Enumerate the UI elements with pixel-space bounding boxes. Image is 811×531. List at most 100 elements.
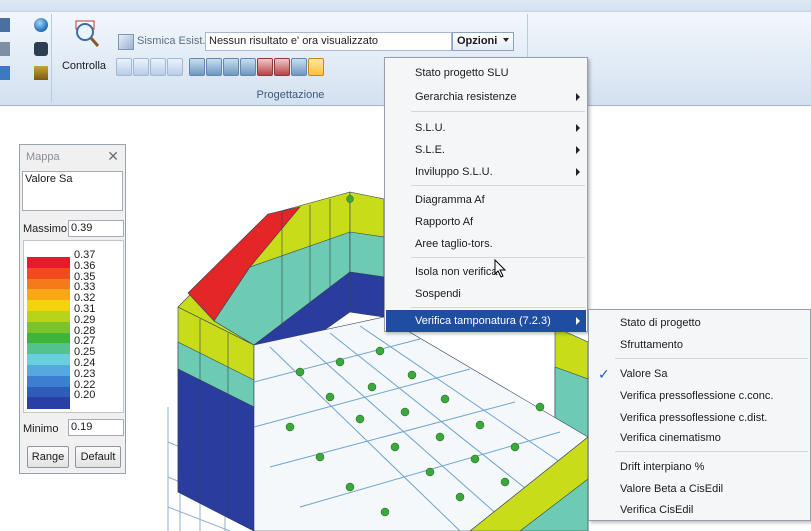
- submenu-arrow-icon: [576, 93, 580, 101]
- result-view-icon[interactable]: [257, 58, 273, 76]
- max-label: Massimo: [23, 223, 68, 235]
- chevron-down-icon: [503, 38, 509, 42]
- ruler-icon[interactable]: [34, 66, 48, 80]
- result-toolbar: [116, 58, 324, 78]
- submenu-item-valore-sa[interactable]: ✓ Valore Sa: [590, 363, 809, 385]
- min-field[interactable]: 0.19: [68, 419, 124, 436]
- legend-value: 0.29: [74, 313, 96, 326]
- close-icon[interactable]: ✕: [107, 148, 119, 165]
- verifica-tamponatura-submenu: Stato di progetto Sfruttamento ✓ Valore S…: [588, 309, 811, 521]
- check-view-icon[interactable]: [291, 58, 307, 76]
- previous-icon[interactable]: [133, 58, 149, 76]
- menu-item-rapporto-af[interactable]: Rapporto Af: [386, 211, 586, 233]
- toolbar-icon-a[interactable]: [0, 18, 10, 32]
- legend-value: 0.36: [74, 259, 96, 272]
- menu-item-slu[interactable]: S.L.U.: [386, 117, 586, 139]
- legend-swatch: [27, 397, 70, 409]
- fea-view-icon[interactable]: [206, 58, 222, 76]
- legend-swatch: [27, 289, 70, 301]
- legend-swatch: [27, 343, 70, 355]
- legend-value: 0.33: [74, 281, 96, 294]
- legend-value: 0.20: [74, 389, 96, 402]
- menu-item-inviluppo-slu[interactable]: Inviluppo S.L.U.: [386, 161, 586, 183]
- menu-item-stato-progetto-slu[interactable]: Stato progetto SLU: [386, 62, 586, 84]
- legend-swatch: [27, 386, 70, 398]
- menu-item-sle[interactable]: S.L.E.: [386, 139, 586, 161]
- menu-separator: [411, 257, 585, 258]
- submenu-item-sfruttamento[interactable]: Sfruttamento: [590, 334, 809, 356]
- opzioni-label: Opzioni: [457, 35, 498, 47]
- sismica-icon[interactable]: [118, 34, 134, 50]
- mappa-description: Valore Sa: [22, 171, 123, 211]
- submenu-arrow-icon: [576, 168, 580, 176]
- menu-item-isola-non-verifica[interactable]: Isola non verifica: [386, 261, 586, 283]
- controlla-button[interactable]: Controlla: [58, 18, 108, 80]
- legend-swatch: [27, 321, 70, 333]
- stress-view-icon[interactable]: [274, 58, 290, 76]
- legend-swatch: [27, 278, 70, 290]
- submenu-item-drift-interpiano[interactable]: Drift interpiano %: [590, 456, 809, 478]
- submenu-item-valore-beta[interactable]: Valore Beta a CisEdil: [590, 478, 809, 500]
- globe-icon[interactable]: [34, 18, 48, 32]
- menu-separator: [615, 451, 808, 452]
- submenu-item-verifica-cisedil[interactable]: Verifica CisEdil: [590, 499, 809, 521]
- next-icon[interactable]: [150, 58, 166, 76]
- legend-value: 0.22: [74, 378, 96, 391]
- legend-swatch: [27, 354, 70, 366]
- submenu-arrow-icon: [576, 317, 580, 325]
- legend-swatch: [27, 375, 70, 387]
- menu-item-diagramma-af[interactable]: Diagramma Af: [386, 189, 586, 211]
- sismica-label[interactable]: Sismica Esist.: [137, 35, 205, 47]
- menu-separator: [411, 111, 585, 112]
- last-icon[interactable]: [167, 58, 183, 76]
- menu-item-sospendi[interactable]: Sospendi: [386, 283, 586, 305]
- max-field[interactable]: 0.39: [68, 220, 124, 237]
- submenu-item-pressoflessione-conc[interactable]: Verifica pressoflessione c.conc.: [590, 385, 809, 407]
- submenu-item-stato-di-progetto[interactable]: Stato di progetto: [590, 312, 809, 334]
- legend-value: 0.23: [74, 367, 96, 380]
- legend-swatch: [27, 267, 70, 279]
- opzioni-dropdown[interactable]: Opzioni: [452, 32, 514, 51]
- legend-value: 0.32: [74, 292, 96, 305]
- binoculars-icon[interactable]: [34, 42, 48, 56]
- first-icon[interactable]: [116, 58, 132, 76]
- submenu-arrow-icon: [576, 146, 580, 154]
- legend-value: 0.27: [74, 335, 96, 348]
- legend-value: 0.24: [74, 357, 96, 369]
- legend-value: 0.35: [74, 270, 96, 283]
- magnifier-check-icon: [75, 20, 100, 47]
- legend-swatch: [27, 365, 70, 377]
- load-view-icon[interactable]: [240, 58, 256, 76]
- legend-value: 0.28: [74, 324, 96, 337]
- legend-swatch: [27, 257, 70, 269]
- legend-swatch: [27, 311, 70, 323]
- submenu-item-cinematismo[interactable]: Verifica cinematismo: [590, 427, 809, 449]
- min-label: Minimo: [23, 423, 59, 435]
- checkmark-icon: ✓: [598, 366, 610, 382]
- range-button[interactable]: Range: [27, 446, 69, 468]
- opzioni-menu: Stato progetto SLU Gerarchia resistenze …: [384, 57, 588, 332]
- legend-swatch: [27, 300, 70, 312]
- menu-item-gerarchia-resistenze[interactable]: Gerarchia resistenze: [386, 86, 586, 108]
- legend-value: 0.31: [74, 303, 96, 315]
- toolbar-icon-b[interactable]: [0, 42, 10, 56]
- submenu-item-pressoflessione-dist[interactable]: Verifica pressoflessione c.dist.: [590, 407, 809, 429]
- window-top-strip: [0, 0, 811, 12]
- section-view-icon[interactable]: [223, 58, 239, 76]
- menu-item-verifica-tamponatura[interactable]: Verifica tamponatura (7.2.3): [386, 310, 586, 332]
- submenu-arrow-icon: [576, 124, 580, 132]
- legend-value: 0.37: [74, 249, 96, 261]
- menu-separator: [411, 307, 585, 308]
- verification-view-icon[interactable]: [308, 58, 324, 76]
- frame-view-icon[interactable]: [189, 58, 205, 76]
- menu-item-aree-taglio-tors[interactable]: Aree taglio-tors.: [386, 233, 586, 255]
- default-button[interactable]: Default: [75, 446, 121, 468]
- legend-swatch: [27, 332, 70, 344]
- legend-value: 0.25: [74, 346, 96, 359]
- color-legend: 0.37 0.36 0.35 0.33 0.32 0.31 0.29 0.28 0.27 0.25…: [23, 240, 124, 413]
- result-combo[interactable]: Nessun risultato e' ora visualizzato: [205, 32, 452, 51]
- toolbar-icon-c[interactable]: [0, 66, 10, 80]
- menu-separator: [615, 358, 808, 359]
- mappa-panel: Mappa ✕ Valore Sa Massimo 0.39 0.37 0.36 0…: [19, 144, 126, 474]
- mappa-title: Mappa: [26, 151, 60, 163]
